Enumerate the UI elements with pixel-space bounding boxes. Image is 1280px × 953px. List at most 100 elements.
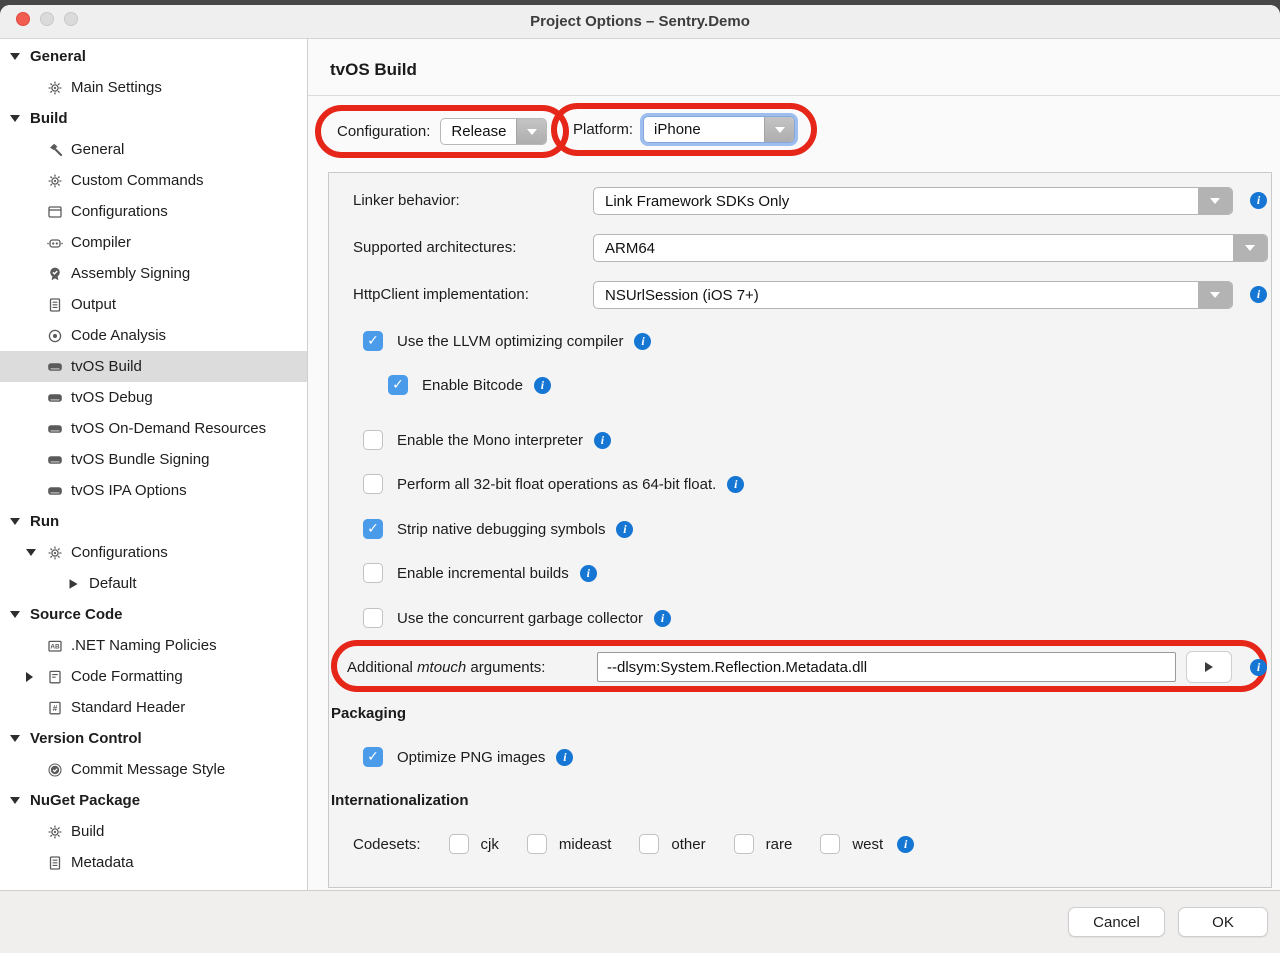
checkbox[interactable]: ✓ <box>363 747 383 767</box>
sidebar-item-compiler[interactable]: Compiler <box>0 227 307 258</box>
sidebar-item-metadata[interactable]: Metadata <box>0 847 307 878</box>
checkbox[interactable]: ✓ <box>363 331 383 351</box>
sidebar-item-net-naming-policies[interactable]: AB.NET Naming Policies <box>0 630 307 661</box>
sidebar-item-nuget-package[interactable]: NuGet Package <box>0 785 307 816</box>
dropdown-linker-behavior[interactable]: Link Framework SDKs Only <box>593 187 1233 215</box>
sidebar-item-source-code[interactable]: Source Code <box>0 599 307 630</box>
chevron-down-icon[interactable] <box>1198 282 1232 308</box>
info-icon[interactable]: i <box>1250 659 1267 676</box>
configuration-label: Configuration: <box>337 123 430 140</box>
sidebar-item-tvos-bundle-signing[interactable]: tvOS Bundle Signing <box>0 444 307 475</box>
checkbox[interactable] <box>820 834 840 854</box>
caret-down-icon[interactable] <box>10 115 20 122</box>
sidebar-item-commit-message-style[interactable]: Commit Message Style <box>0 754 307 785</box>
sidebar-item-tvos-build[interactable]: tvOS Build <box>0 351 307 382</box>
sidebar-item-label: Version Control <box>30 730 142 747</box>
caret-down-icon[interactable] <box>10 735 20 742</box>
cancel-button[interactable]: Cancel <box>1068 907 1165 937</box>
chevron-down-icon[interactable] <box>1233 235 1267 261</box>
caret-down-icon[interactable] <box>10 518 20 525</box>
info-icon[interactable]: i <box>534 377 551 394</box>
mtouch-arguments-input[interactable] <box>597 652 1176 682</box>
target-icon <box>46 328 64 344</box>
sidebar-item-version-control[interactable]: Version Control <box>0 723 307 754</box>
zoom-window-button[interactable] <box>64 12 78 26</box>
sidebar-item-general[interactable]: General <box>0 41 307 72</box>
info-icon[interactable]: i <box>897 836 914 853</box>
info-icon[interactable]: i <box>616 521 633 538</box>
info-icon[interactable]: i <box>580 565 597 582</box>
mtouch-arguments-menu-button[interactable] <box>1186 651 1232 683</box>
mtouch-arguments-label: Additional mtouch arguments: <box>347 659 545 676</box>
caret-down-icon[interactable] <box>10 797 20 804</box>
minimize-window-button[interactable] <box>40 12 54 26</box>
tvos-build-settings-panel: Additional mtouch arguments: i Linker be… <box>328 172 1272 888</box>
play-icon <box>1205 662 1213 672</box>
info-icon[interactable]: i <box>594 432 611 449</box>
sidebar-item-build[interactable]: Build <box>0 816 307 847</box>
checkbox[interactable]: ✓ <box>388 375 408 395</box>
sidebar-item-tvos-debug[interactable]: tvOS Debug <box>0 382 307 413</box>
checkbox-row: Use the concurrent garbage collectori <box>363 608 671 628</box>
sidebar-item-label: Configurations <box>71 544 168 561</box>
configuration-value: Release <box>441 119 516 144</box>
sidebar-item-tvos-on-demand-resources[interactable]: tvOS On-Demand Resources <box>0 413 307 444</box>
checkbox-row: Enable the Mono interpreteri <box>363 430 611 450</box>
platform-select[interactable]: iPhone <box>643 116 795 143</box>
sidebar-item-tvos-ipa-options[interactable]: tvOS IPA Options <box>0 475 307 506</box>
dropdown-row-label: HttpClient implementation: <box>353 286 529 303</box>
sidebar-item-standard-header[interactable]: # Standard Header <box>0 692 307 723</box>
sidebar-item-label: Standard Header <box>71 699 185 716</box>
sidebar-item-run[interactable]: Run <box>0 506 307 537</box>
naming-icon: AB <box>46 638 64 654</box>
info-icon[interactable]: i <box>556 749 573 766</box>
caret-down-icon[interactable] <box>10 611 20 618</box>
internationalization-header: Internationalization <box>331 792 469 809</box>
checkbox[interactable] <box>363 430 383 450</box>
chevron-down-icon[interactable] <box>1198 188 1232 214</box>
caret-down-icon[interactable] <box>10 53 20 60</box>
checkbox-label: cjk <box>481 836 499 853</box>
dropdown-httpclient-implementation[interactable]: NSUrlSession (iOS 7+) <box>593 281 1233 309</box>
sidebar-item-configurations[interactable]: Configurations <box>0 196 307 227</box>
chevron-down-icon[interactable] <box>516 119 546 144</box>
sidebar-item-main-settings[interactable]: Main Settings <box>0 72 307 103</box>
info-icon[interactable]: i <box>1250 192 1267 209</box>
info-icon[interactable]: i <box>727 476 744 493</box>
document-icon <box>46 297 64 313</box>
checkbox[interactable] <box>639 834 659 854</box>
tv-icon <box>46 359 64 375</box>
sidebar-item-label: tvOS IPA Options <box>71 482 187 499</box>
sidebar-item-general[interactable]: General <box>0 134 307 165</box>
checkbox[interactable] <box>363 608 383 628</box>
svg-text:#: # <box>53 703 58 713</box>
close-window-button[interactable] <box>16 12 30 26</box>
checkbox[interactable] <box>734 834 754 854</box>
sidebar-item-assembly-signing[interactable]: Assembly Signing <box>0 258 307 289</box>
caret-down-icon[interactable] <box>26 549 36 556</box>
configuration-select[interactable]: Release <box>440 118 547 145</box>
sidebar-item-custom-commands[interactable]: Custom Commands <box>0 165 307 196</box>
info-icon[interactable]: i <box>654 610 671 627</box>
info-icon[interactable]: i <box>1250 286 1267 303</box>
sidebar-item-label: tvOS Bundle Signing <box>71 451 209 468</box>
sidebar-item-build[interactable]: Build <box>0 103 307 134</box>
ok-button[interactable]: OK <box>1178 907 1268 937</box>
info-icon[interactable]: i <box>634 333 651 350</box>
checkbox[interactable]: ✓ <box>363 519 383 539</box>
checkbox[interactable] <box>363 563 383 583</box>
checkbox[interactable] <box>449 834 469 854</box>
checkbox[interactable] <box>527 834 547 854</box>
caret-right-icon[interactable] <box>26 672 33 682</box>
sidebar-item-output[interactable]: Output <box>0 289 307 320</box>
sidebar-item-code-analysis[interactable]: Code Analysis <box>0 320 307 351</box>
sidebar-item-default[interactable]: Default <box>0 568 307 599</box>
checkbox[interactable] <box>363 474 383 494</box>
gear-icon <box>46 824 64 840</box>
dropdown-supported-architectures[interactable]: ARM64 <box>593 234 1268 262</box>
checkbox-label: Enable incremental builds <box>397 565 569 582</box>
chevron-down-icon[interactable] <box>764 117 794 142</box>
sidebar-item-label: Default <box>89 575 137 592</box>
sidebar-item-code-formatting[interactable]: Code Formatting <box>0 661 307 692</box>
sidebar-item-configurations[interactable]: Configurations <box>0 537 307 568</box>
